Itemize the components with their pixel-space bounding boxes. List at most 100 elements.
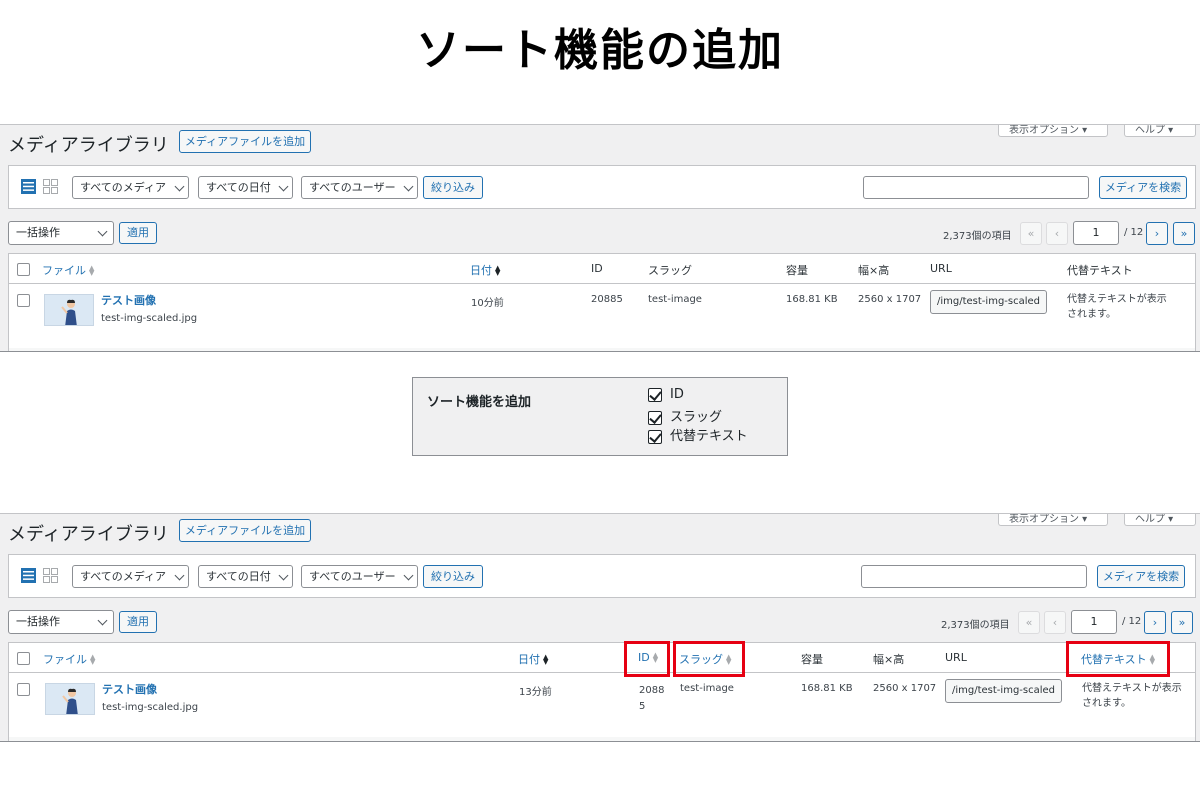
help-button[interactable]: ヘルプ ▾ [1124, 125, 1196, 137]
sort-option-alt[interactable]: 代替テキスト [648, 425, 748, 444]
bulk-action-select[interactable]: 一括操作 [8, 610, 114, 634]
item-count: 2,373個の項目 [943, 231, 1012, 242]
sort-settings-box: ソート機能を追加 ID スラッグ 代替テキスト [412, 377, 788, 456]
chevron-down-icon [174, 181, 185, 192]
media-library-before: 表示オプション ▾ ヘルプ ▾ メディアライブラリ メディアファイルを追加 すべ… [0, 124, 1200, 352]
media-title-link[interactable]: テスト画像 [101, 292, 156, 308]
grid-view-icon[interactable] [43, 179, 58, 194]
media-table: ファイル ▲ ▼ 日付 ▲ ▼ ID ▲ ▼ スラッグ ▲ ▼ 容量 幅×高 URL 代替テキス… [8, 641, 1196, 741]
help-button[interactable]: ヘルプ ▾ [1124, 514, 1196, 526]
chevron-down-icon [403, 181, 414, 192]
prev-page-button[interactable]: ‹ [1044, 611, 1066, 634]
row-checkbox[interactable] [17, 294, 30, 307]
filter-button[interactable]: 絞り込み [423, 176, 483, 199]
media-slug: test-image [648, 294, 702, 305]
settings-label: ソート機能を追加 [427, 395, 532, 410]
user-select[interactable]: すべてのユーザー [301, 176, 418, 199]
sort-icon: ▲ ▼ [90, 653, 96, 666]
bulk-action-select[interactable]: 一括操作 [8, 221, 114, 245]
total-pages: / 12 [1124, 227, 1144, 238]
first-page-button[interactable]: « [1018, 611, 1040, 634]
sort-icon: ▲ ▼ [543, 653, 549, 666]
media-date: 13分前 [519, 687, 552, 698]
media-url[interactable]: /img/test-img-scaled [945, 679, 1063, 703]
column-url: URL [930, 262, 952, 275]
media-library-after: 表示オプション ▾ ヘルプ ▾ メディアライブラリ メディアファイルを追加 すべ… [0, 513, 1200, 742]
highlight-alt [1066, 641, 1170, 677]
media-date: 10分前 [471, 298, 504, 309]
chevron-down-icon [97, 226, 108, 237]
screen-options-button[interactable]: 表示オプション ▾ [998, 125, 1108, 137]
current-page-input[interactable]: 1 [1073, 221, 1119, 245]
media-type-select[interactable]: すべてのメディア [72, 565, 189, 588]
sort-icon: ▲ ▼ [89, 264, 95, 277]
thumbnail-image[interactable] [44, 294, 94, 326]
item-count: 2,373個の項目 [941, 620, 1010, 631]
checked-checkbox-icon[interactable] [648, 410, 662, 425]
media-size: 168.81 KB [786, 294, 838, 305]
list-view-icon[interactable] [21, 179, 36, 194]
search-input[interactable] [861, 565, 1087, 588]
apply-button[interactable]: 適用 [119, 222, 157, 244]
add-media-button[interactable]: メディアファイルを追加 [179, 519, 311, 542]
media-type-select[interactable]: すべてのメディア [72, 176, 189, 199]
column-date[interactable]: 日付 ▲ ▼ [470, 262, 500, 278]
column-date[interactable]: 日付 ▲ ▼ [518, 651, 548, 667]
media-id: 20885 [591, 294, 623, 305]
media-url[interactable]: /img/test-img-scaled [930, 290, 1048, 314]
last-page-button[interactable]: » [1173, 222, 1195, 245]
thumbnail-image[interactable] [45, 683, 95, 715]
library-title: メディアライブラリ [8, 524, 169, 545]
column-size: 容量 [786, 264, 808, 277]
screen-options-button[interactable]: 表示オプション ▾ [998, 514, 1108, 526]
next-page-button[interactable]: › [1146, 222, 1168, 245]
current-page-input[interactable]: 1 [1071, 610, 1117, 634]
media-filename: test-img-scaled.jpg [102, 702, 199, 713]
column-url: URL [945, 651, 967, 664]
table-header: ファイル ▲ ▼ 日付 ▲ ▼ ID スラッグ 容量 幅×高 URL 代替テキスト [9, 254, 1195, 284]
add-media-button[interactable]: メディアファイルを追加 [179, 130, 311, 153]
media-dimensions: 2560 x 1707 [858, 294, 922, 305]
checked-checkbox-icon[interactable] [648, 429, 662, 444]
media-dimensions: 2560 x 1707 [873, 683, 937, 694]
column-alt: 代替テキスト [1067, 264, 1133, 277]
row-checkbox[interactable] [17, 683, 30, 696]
media-title-link[interactable]: テスト画像 [102, 681, 157, 697]
prev-page-button[interactable]: ‹ [1046, 222, 1068, 245]
apply-button[interactable]: 適用 [119, 611, 157, 633]
select-all-checkbox[interactable] [17, 263, 30, 276]
select-all-checkbox[interactable] [17, 652, 30, 665]
total-pages: / 12 [1122, 616, 1142, 627]
last-page-button[interactable]: » [1171, 611, 1193, 634]
media-slug: test-image [680, 683, 734, 694]
sort-option-slug[interactable]: スラッグ [648, 406, 722, 425]
date-select[interactable]: すべての日付 [198, 565, 293, 588]
user-select[interactable]: すべてのユーザー [301, 565, 418, 588]
media-filename: test-img-scaled.jpg [101, 313, 198, 324]
date-select[interactable]: すべての日付 [198, 176, 293, 199]
column-dimensions: 幅×高 [858, 264, 890, 277]
page-title: ソート機能の追加 [416, 25, 784, 76]
highlight-id [624, 641, 670, 677]
column-file[interactable]: ファイル ▲ ▼ [42, 262, 94, 278]
first-page-button[interactable]: « [1020, 222, 1042, 245]
next-row-partial [9, 737, 1195, 741]
grid-view-icon[interactable] [43, 568, 58, 583]
table-header: ファイル ▲ ▼ 日付 ▲ ▼ ID ▲ ▼ スラッグ ▲ ▼ 容量 幅×高 URL 代替テキス… [9, 643, 1195, 673]
list-view-icon[interactable] [21, 568, 36, 583]
column-file[interactable]: ファイル ▲ ▼ [43, 651, 95, 667]
sort-icon: ▲ ▼ [495, 264, 501, 277]
sort-option-id[interactable]: ID [648, 387, 684, 405]
filter-bar: すべてのメディア すべての日付 すべてのユーザー 絞り込み メディアを検索 [8, 554, 1196, 598]
chevron-down-icon [278, 570, 289, 581]
media-size: 168.81 KB [801, 683, 853, 694]
media-alt-text: 代替えテキストが表示 されます。 [1082, 683, 1182, 709]
next-page-button[interactable]: › [1144, 611, 1166, 634]
filter-button[interactable]: 絞り込み [423, 565, 483, 588]
highlight-slug [673, 641, 745, 677]
checked-checkbox-icon[interactable] [648, 387, 662, 402]
chevron-down-icon [97, 615, 108, 626]
search-media-button[interactable]: メディアを検索 [1097, 565, 1185, 588]
search-media-button[interactable]: メディアを検索 [1099, 176, 1187, 199]
search-input[interactable] [863, 176, 1089, 199]
